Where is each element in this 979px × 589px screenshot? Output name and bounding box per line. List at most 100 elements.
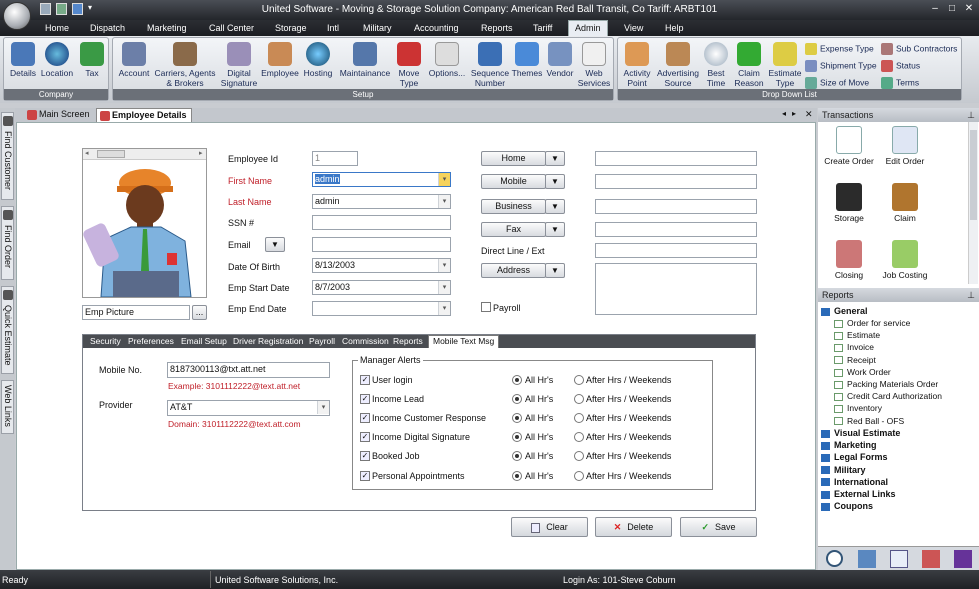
activity-point-button[interactable]: Activity Point	[620, 42, 654, 88]
vendor-button[interactable]: Vendor	[544, 42, 576, 78]
tab-scroll-right-icon[interactable]: ▸	[792, 109, 796, 118]
menu-admin[interactable]: Admin	[568, 20, 608, 36]
status-button[interactable]: Status	[881, 60, 920, 72]
find-customer-tab[interactable]: Find Customer	[1, 112, 14, 200]
home-phone-dropdown[interactable]: ▼	[545, 151, 565, 166]
alert-booked-job-after-hrs-radio[interactable]	[574, 451, 584, 461]
emp-start-date-field[interactable]: 8/7/2003 ▾	[312, 280, 451, 295]
create-order-button[interactable]: Create Order	[818, 126, 880, 166]
reports-pin-icon[interactable]: ⊥	[967, 288, 975, 302]
tab-email-setup[interactable]: Email Setup	[181, 336, 227, 348]
menu-military[interactable]: Military	[363, 23, 392, 33]
close-icon[interactable]: ✕	[963, 3, 975, 15]
shipment-type-button[interactable]: Shipment Type	[805, 60, 877, 72]
emp-picture-field[interactable]: Emp Picture	[82, 305, 190, 320]
report-group[interactable]: Legal Forms	[821, 452, 888, 462]
sub-contractors-button[interactable]: Sub Contractors	[881, 43, 957, 55]
menu-intl[interactable]: Intl	[327, 23, 339, 33]
menu-reports[interactable]: Reports	[481, 23, 513, 33]
alert-personal-appointments-checkbox[interactable]: ✓	[360, 471, 370, 481]
storage-button[interactable]: Storage	[818, 183, 880, 223]
first-name-field[interactable]: admin ▾	[312, 172, 451, 187]
end-date-dropdown-icon[interactable]: ▾	[438, 302, 450, 315]
tab-payroll[interactable]: Payroll	[309, 336, 335, 348]
report-group[interactable]: International	[821, 477, 888, 487]
dob-field[interactable]: 8/13/2003 ▾	[312, 258, 451, 273]
claim-reason-button[interactable]: Claim Reason	[731, 42, 767, 88]
calendar-icon[interactable]	[890, 550, 908, 568]
reports-general-folder[interactable]: General	[821, 306, 868, 316]
last-name-dropdown-icon[interactable]: ▾	[438, 195, 450, 208]
tab-main-screen[interactable]: Main Screen	[24, 108, 94, 122]
emp-end-date-field[interactable]: ▾	[312, 301, 451, 316]
expense-type-button[interactable]: Expense Type	[805, 43, 874, 55]
options-button[interactable]: Options...	[425, 42, 469, 78]
size-of-move-button[interactable]: Size of Move	[805, 77, 869, 89]
maintainance-button[interactable]: Maintainance	[337, 42, 393, 78]
transactions-scroll-thumb[interactable]	[970, 130, 977, 220]
address-field[interactable]	[595, 263, 757, 315]
menu-home[interactable]: Home	[45, 23, 69, 33]
sequence-number-button[interactable]: Sequence Number	[469, 42, 511, 88]
email-type-dropdown[interactable]: ▼	[265, 237, 285, 252]
tab-reports[interactable]: Reports	[393, 336, 423, 348]
tab-security[interactable]: Security	[90, 336, 121, 348]
mobile-phone-dropdown[interactable]: ▼	[545, 174, 565, 189]
business-phone-dropdown[interactable]: ▼	[545, 199, 565, 214]
menu-tariff[interactable]: Tariff	[533, 23, 552, 33]
alert-income-lead-checkbox[interactable]: ✓	[360, 394, 370, 404]
find-order-tab[interactable]: Find Order	[1, 206, 14, 280]
browse-picture-button[interactable]: ...	[192, 305, 207, 320]
report-group[interactable]: External Links	[821, 489, 896, 499]
tab-preferences[interactable]: Preferences	[128, 336, 174, 348]
carriers-agents-brokers-button[interactable]: Carriers, Agents & Brokers	[153, 42, 217, 88]
alert-income-customer-response-all-hrs-radio[interactable]	[512, 413, 522, 423]
tab-mobile-text-msg[interactable]: Mobile Text Msg	[428, 335, 500, 348]
mobile-no-field[interactable]: 8187300113@txt.att.net	[167, 362, 330, 378]
report-group[interactable]: Marketing	[821, 440, 877, 450]
mobile-phone-field[interactable]	[595, 174, 757, 189]
delete-button[interactable]: ✕ Delete	[595, 517, 672, 537]
report-item[interactable]: Credit Card Authorization	[834, 391, 942, 401]
clock-icon[interactable]	[826, 550, 843, 567]
account-button[interactable]: Account	[116, 42, 152, 78]
menu-marketing[interactable]: Marketing	[147, 23, 187, 33]
move-type-button[interactable]: Move Type	[394, 42, 424, 88]
clear-button[interactable]: Clear	[511, 517, 588, 537]
employee-id-field[interactable]: 1	[312, 151, 358, 166]
web-links-tab[interactable]: Web Links	[1, 380, 14, 434]
terms-button[interactable]: Terms	[881, 77, 919, 89]
employee-button[interactable]: Employee	[261, 42, 299, 78]
picture-scrollbar[interactable]: ◂ ▸	[83, 149, 206, 160]
email-field[interactable]	[312, 237, 451, 252]
dob-dropdown-icon[interactable]: ▾	[438, 259, 450, 272]
alert-user-login-after-hrs-radio[interactable]	[574, 375, 584, 385]
home-phone-field[interactable]	[595, 151, 757, 166]
hosting-button[interactable]: Hosting	[300, 42, 336, 78]
home-phone-type-button[interactable]: Home	[481, 151, 546, 166]
menu-call-center[interactable]: Call Center	[209, 23, 254, 33]
report-group[interactable]: Visual Estimate	[821, 428, 900, 438]
fax-field[interactable]	[595, 222, 757, 237]
payroll-checkbox[interactable]	[481, 302, 491, 312]
mobile-phone-type-button[interactable]: Mobile	[481, 174, 546, 189]
menu-view[interactable]: View	[624, 23, 643, 33]
report-item[interactable]: Estimate	[834, 330, 880, 340]
menu-storage[interactable]: Storage	[275, 23, 307, 33]
tax-button[interactable]: Tax	[78, 42, 106, 78]
last-name-field[interactable]: admin ▾	[312, 194, 451, 209]
digital-signature-button[interactable]: Digital Signature	[217, 42, 261, 88]
alert-booked-job-checkbox[interactable]: ✓	[360, 451, 370, 461]
alert-income-digital-signature-after-hrs-radio[interactable]	[574, 432, 584, 442]
quick-estimate-tab[interactable]: Quick Estimate	[1, 286, 14, 374]
maximize-icon[interactable]: □	[946, 3, 958, 15]
details-button[interactable]: Details	[7, 42, 39, 78]
provider-dropdown-icon[interactable]: ▾	[317, 401, 329, 414]
tab-commission[interactable]: Commission	[342, 336, 389, 348]
alert-booked-job-all-hrs-radio[interactable]	[512, 451, 522, 461]
scroll-thumb[interactable]	[97, 150, 125, 158]
scroll-right-icon[interactable]: ▸	[199, 149, 203, 157]
report-item[interactable]: Invoice	[834, 342, 874, 352]
report-item[interactable]: Order for service	[834, 318, 910, 328]
transactions-scrollbar[interactable]	[968, 122, 978, 284]
